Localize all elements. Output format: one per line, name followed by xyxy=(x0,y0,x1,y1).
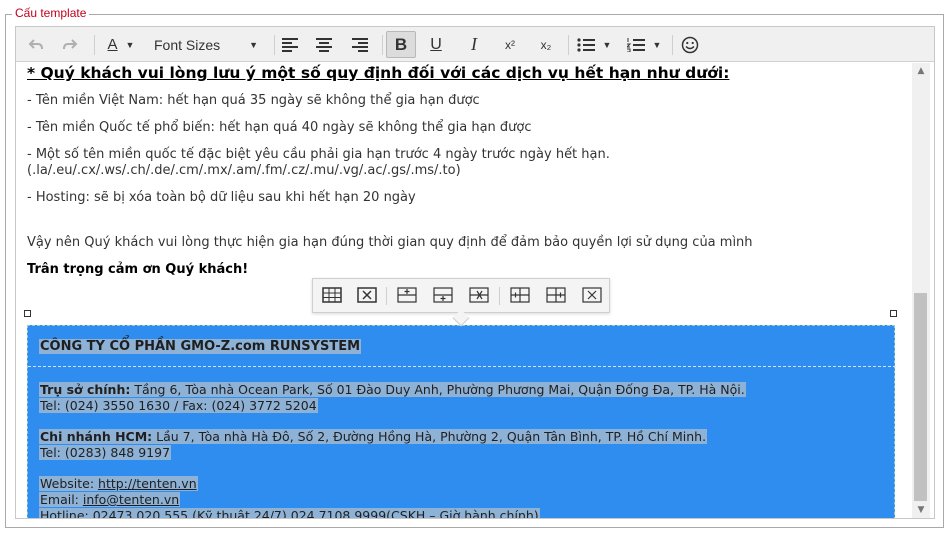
scroll-up-arrow-icon[interactable]: ▲ xyxy=(912,63,930,79)
company-info-table[interactable]: CÔNG TY CỔ PHẦN GMO-Z.com RUNSYSTEM Trụ … xyxy=(27,325,896,518)
chevron-down-icon: ▼ xyxy=(125,39,135,50)
website-link[interactable]: http://tenten.vn xyxy=(98,476,197,491)
redo-button[interactable] xyxy=(58,31,82,58)
emoticons-button[interactable] xyxy=(678,31,702,58)
scroll-thumb[interactable] xyxy=(914,293,927,501)
notice-line-renew: Vậy nên Quý khách vui lòng thực hiện gia… xyxy=(27,235,753,250)
rich-text-editor[interactable]: A ▼ Font Sizes ▼ B U I x² x₂ ▼ ▼ * Quý k… xyxy=(15,26,935,519)
align-left-button[interactable] xyxy=(278,31,302,58)
superscript-button[interactable]: x² xyxy=(498,31,522,58)
underline-icon: U xyxy=(430,35,442,53)
font-sizes-label: Font Sizes xyxy=(154,36,221,53)
subscript-button[interactable]: x₂ xyxy=(534,31,558,58)
editor-content[interactable]: * Quý khách vui lòng lưu ý một số quy đị… xyxy=(16,63,916,518)
underline-button[interactable]: U xyxy=(424,31,448,58)
align-center-button[interactable] xyxy=(312,31,336,58)
email-link[interactable]: info@tenten.vn xyxy=(83,492,179,507)
undo-icon xyxy=(28,38,43,49)
align-left-icon xyxy=(282,37,298,52)
bold-icon: B xyxy=(394,34,408,54)
chevron-down-icon: ▼ xyxy=(602,39,612,50)
insert-column-after-icon[interactable] xyxy=(546,286,566,304)
notice-line-intl-domain: - Tên miền Quốc tế phổ biến: hết hạn quá… xyxy=(27,120,532,135)
hcm-address: Chi nhánh HCM: Lầu 7, Tòa nhà Hà Đô, Số … xyxy=(39,429,708,444)
hotline-line: Hotline: 02473 020 555 (Kỹ thuật 24/7) 0… xyxy=(39,508,540,518)
editor-toolbar: A ▼ Font Sizes ▼ B U I x² x₂ ▼ ▼ xyxy=(16,27,934,62)
italic-icon: I xyxy=(471,34,477,54)
subscript-icon: x₂ xyxy=(540,37,552,52)
text-color-button[interactable]: A ▼ xyxy=(100,31,142,58)
notice-heading: * Quý khách vui lòng lưu ý một số quy đị… xyxy=(27,64,730,82)
email-line: Email: info@tenten.vn xyxy=(39,492,181,507)
chevron-down-icon: ▼ xyxy=(652,39,662,50)
insert-row-before-icon[interactable] xyxy=(397,286,417,304)
bullet-list-icon xyxy=(576,37,595,52)
bullet-list-button[interactable]: ▼ xyxy=(574,31,614,58)
company-name: CÔNG TY CỔ PHẦN GMO-Z.com RUNSYSTEM xyxy=(39,339,362,354)
notice-line-special-tlds: (.la/.eu/.cx/.ws/.ch/.de/.cm/.mx/.am/.fm… xyxy=(27,163,461,178)
numbered-list-icon xyxy=(626,37,645,52)
scroll-down-arrow-icon[interactable]: ▼ xyxy=(912,502,930,518)
superscript-icon: x² xyxy=(505,37,515,52)
editor-scrollbar[interactable]: ▲ ▼ xyxy=(912,63,930,518)
resize-handle-top-left[interactable] xyxy=(24,310,31,317)
delete-row-icon[interactable] xyxy=(469,286,489,304)
redo-icon xyxy=(63,38,78,49)
insert-row-after-icon[interactable] xyxy=(433,286,453,304)
delete-column-icon[interactable] xyxy=(582,286,602,304)
table-context-toolbar xyxy=(312,278,610,327)
fieldset-legend: Cấu template xyxy=(12,6,90,20)
align-center-icon xyxy=(316,37,332,52)
bold-button[interactable]: B xyxy=(386,31,416,58)
hq-phone: Tel: (024) 3550 1630 / Fax: (024) 3772 5… xyxy=(39,398,318,413)
notice-line-vn-domain: - Tên miền Việt Nam: hết hạn quá 35 ngày… xyxy=(27,93,480,108)
chevron-down-icon: ▼ xyxy=(249,39,258,50)
thanks-line: Trân trọng cảm ơn Quý khách! xyxy=(27,262,249,277)
hcm-phone: Tel: (0283) 848 9197 xyxy=(39,445,172,460)
notice-line-special-domain: - Một số tên miền quốc tế đặc biệt yêu c… xyxy=(27,147,610,162)
insert-column-before-icon[interactable] xyxy=(510,286,530,304)
undo-button[interactable] xyxy=(24,31,48,58)
align-right-button[interactable] xyxy=(348,31,372,58)
font-sizes-dropdown[interactable]: Font Sizes ▼ xyxy=(150,31,262,58)
smiley-icon xyxy=(681,36,699,53)
hq-address: Trụ sở chính: Tầng 6, Tòa nhà Ocean Park… xyxy=(39,382,746,397)
resize-handle-top-right[interactable] xyxy=(890,310,897,317)
delete-table-icon[interactable] xyxy=(357,286,377,304)
align-right-icon xyxy=(352,37,368,52)
numbered-list-button[interactable]: ▼ xyxy=(624,31,664,58)
text-color-icon: A xyxy=(107,36,118,53)
italic-button[interactable]: I xyxy=(462,31,486,58)
notice-line-hosting: - Hosting: sẽ bị xóa toàn bộ dữ liệu sau… xyxy=(27,190,416,205)
table-properties-icon[interactable] xyxy=(322,286,342,304)
website-line: Website: http://tenten.vn xyxy=(39,476,198,491)
